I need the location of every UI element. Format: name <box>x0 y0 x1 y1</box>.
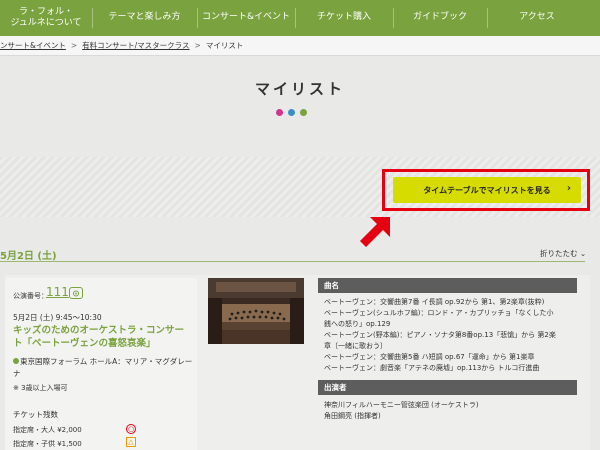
nav-item-tickets[interactable]: チケット購入 <box>295 0 393 36</box>
breadcrumb-paid-concerts[interactable]: 有料コンサート/マスタークラス <box>82 40 189 51</box>
program-line: ベートーヴェン：劇音楽「アテネの廃墟」op.113から トルコ行進曲 <box>324 364 540 372</box>
breadcrumb-separator: > <box>194 41 201 50</box>
breadcrumb-concerts[interactable]: ンサート&イベント <box>0 40 66 51</box>
collapse-toggle[interactable]: 折りたたむ ⌄ <box>540 248 586 259</box>
ticket-label: 指定席・子供 ¥1,500 <box>13 440 82 448</box>
favorite-icon[interactable] <box>69 287 83 299</box>
dot-pink <box>276 109 283 116</box>
collapse-toggle-label: 折りたたむ <box>540 249 578 258</box>
view-timetable-label: タイムテーブルでマイリストを見る <box>423 185 551 195</box>
concert-hall-photo <box>208 278 304 344</box>
view-timetable-button[interactable]: タイムテーブルでマイリストを見る › <box>393 177 581 203</box>
chevron-right-icon: › <box>566 183 571 194</box>
chevron-down-icon: ⌄ <box>579 249 587 258</box>
program-line: 銭への怒り」op.129 <box>324 320 391 328</box>
page-title: マイリスト <box>254 80 345 98</box>
top-navigation: ラ・フォル・ ジュルネについて テーマと楽しみ方 コンサート&イベント チケット… <box>0 0 600 36</box>
program-line: ベートーヴェン(野本編)：ピアノ・ソナタ第8番op.13「悲愴」から 第2楽 <box>324 331 556 339</box>
tickets-heading: チケット残数 <box>13 410 58 419</box>
performer-line: 神奈川フィルハーモニー管弦楽団 (オーケストラ) <box>324 401 479 409</box>
performance-title-link[interactable]: キッズのためのオーケストラ・コンサート「ベートーヴェンの喜怒哀楽」 <box>13 325 193 351</box>
availability-triangle-icon: △ <box>126 437 136 447</box>
program-line: ベートーヴェン：交響曲第7番 イ長調 op.92から 第1、第2楽章(抜粋) <box>324 298 545 306</box>
nav-item-label: テーマと楽しみ方 <box>108 12 181 23</box>
performer-line: 角田鋼亮 (指揮者) <box>324 412 381 420</box>
location-icon <box>13 358 19 364</box>
nav-item-label: ラ・フォル・ ジュルネについて <box>10 6 82 28</box>
nav-item-guidebook[interactable]: ガイドブック <box>393 0 487 36</box>
ticket-row: 指定席・子供 ¥1,500 <box>13 439 82 449</box>
dot-green <box>300 109 307 116</box>
venue-info: 東京国際フォーラム ホールA：マリア・マグダレーナ <box>13 356 193 379</box>
breadcrumb: ンサート&イベント > 有料コンサート/マスタークラス > マイリスト <box>0 36 600 56</box>
ticket-row: 指定席・大人 ¥2,000 <box>13 425 82 435</box>
nav-item-theme[interactable]: テーマと楽しみ方 <box>92 0 197 36</box>
program-heading: 曲名 <box>318 278 577 293</box>
ticket-label: 指定席・大人 ¥2,000 <box>13 426 82 434</box>
pointer-arrow-icon <box>360 217 390 247</box>
date-heading: 5月2日 (土) <box>0 251 57 262</box>
age-note: ※ 3歳以上入場可 <box>13 384 68 392</box>
performance-datetime: 5月2日 (土) 9:45～10:30 <box>13 313 102 322</box>
nav-item-access[interactable]: アクセス <box>487 0 587 36</box>
nav-item-label: ガイドブック <box>412 12 467 23</box>
nav-item-concerts[interactable]: コンサート&イベント <box>197 0 295 36</box>
breadcrumb-separator: > <box>70 41 78 50</box>
nav-item-about[interactable]: ラ・フォル・ ジュルネについて <box>0 0 92 36</box>
program-line: ベートーヴェン：交響曲第5番 ハ短調 op.67「運命」から 第1楽章 <box>324 353 535 361</box>
nav-item-label: コンサート&イベント <box>201 12 291 23</box>
nav-item-label: チケット購入 <box>316 12 371 23</box>
performance-number-label: 公演番号： <box>13 292 48 300</box>
program-line: ベートーヴェン(シュルホフ編)：ロンド・ア・カプリッチョ「なくした小 <box>324 309 554 317</box>
breadcrumb-current: マイリスト <box>205 41 244 50</box>
performance-number-link[interactable]: 111 <box>46 285 69 299</box>
availability-circle-icon: ○ <box>126 424 136 434</box>
program-line: 章〔一緒に歌おう〕 <box>324 342 387 350</box>
date-divider <box>0 261 585 262</box>
dot-blue <box>288 109 295 116</box>
nav-item-label: アクセス <box>519 12 555 23</box>
performers-heading: 出演者 <box>318 380 577 395</box>
venue-text: 東京国際フォーラム ホールA：マリア・マグダレーナ <box>13 357 193 378</box>
